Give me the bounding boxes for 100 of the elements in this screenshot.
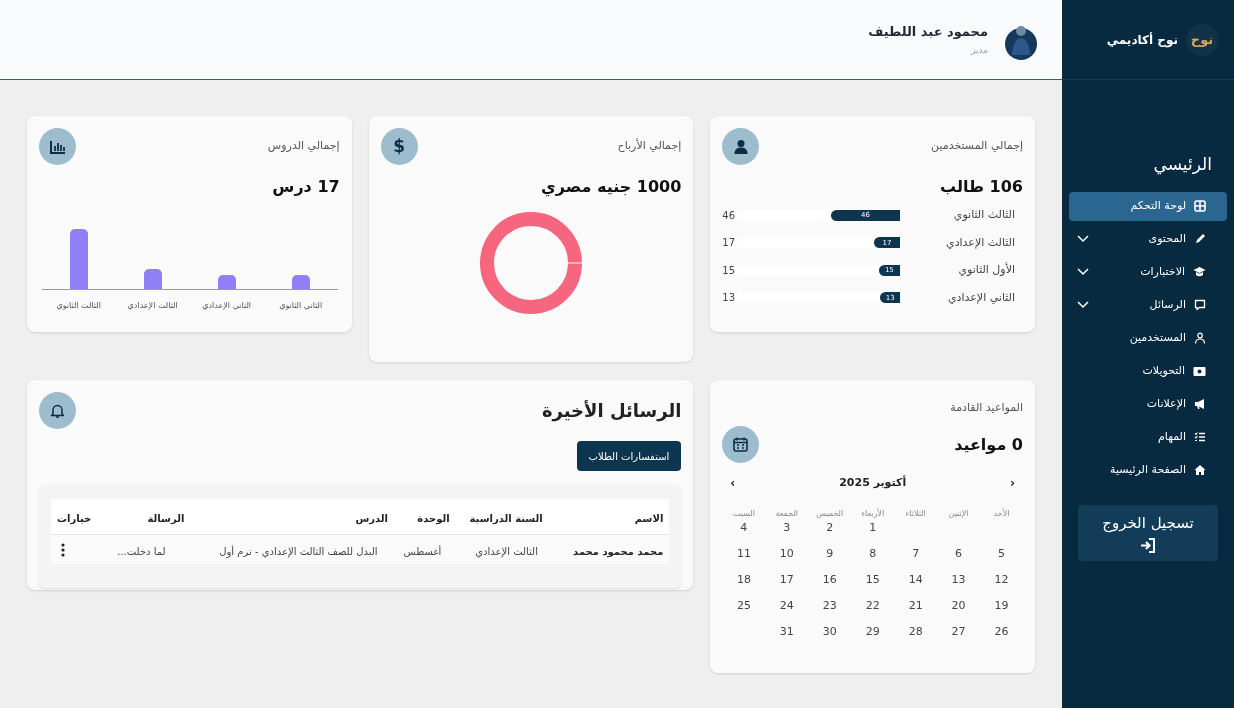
nav-label: المهام [1157, 428, 1186, 445]
calendar-day[interactable]: 21 [908, 597, 923, 615]
pencil-icon [1194, 233, 1206, 245]
grade-label: الثاني الإعدادي [946, 289, 1016, 306]
nav-label: المستخدمين [1128, 329, 1186, 346]
grade-label: الثالث الإعدادي [945, 234, 1016, 251]
nav-item[interactable]: الإعلانات [1069, 389, 1227, 419]
axis-label: الثالث الإعدادي [127, 301, 178, 310]
grid-icon [1194, 200, 1206, 212]
axis-label: الثالث الثانوي [56, 301, 101, 310]
calendar-day[interactable]: 31 [779, 623, 794, 641]
nav-item[interactable]: المهام [1069, 422, 1227, 452]
card-title: إجمالي المستخدمين [931, 138, 1023, 155]
table-cell: الثالث الإعدادي [475, 545, 538, 557]
nav-item[interactable]: المحتوى [1069, 224, 1227, 254]
grade-count: 13 [722, 291, 736, 306]
calendar-day[interactable]: 8 [869, 545, 877, 563]
nav-label: لوحة التحكم [1129, 197, 1186, 214]
nav-item[interactable]: الصفحة الرئيسية [1069, 455, 1227, 485]
weekday-label: الأربعاء [861, 509, 885, 518]
bar [291, 275, 310, 289]
nav-label: التحويلات [1141, 362, 1185, 379]
calendar-day[interactable]: 15 [865, 571, 880, 589]
column-header: الرسالة [147, 512, 185, 524]
weekday-label: السبت [732, 509, 755, 518]
nav-label: الصفحة الرئيسية [1109, 461, 1186, 478]
column-header: الدرس [355, 512, 388, 524]
calendar-day[interactable]: 16 [822, 571, 837, 589]
calendar-day[interactable]: 17 [779, 571, 794, 589]
bar [143, 269, 162, 289]
calendar-day[interactable]: 13 [951, 571, 966, 589]
calendar-day[interactable]: 30 [822, 623, 837, 641]
calendar-day[interactable]: 5 [998, 545, 1006, 563]
column-header: الاسم [634, 512, 664, 524]
card-title: الرسائل الأخيرة [541, 399, 682, 424]
calendar-day[interactable]: 12 [994, 571, 1009, 589]
nav-item[interactable]: الرسائل [1069, 290, 1227, 320]
column-header: خيارات [57, 512, 92, 524]
column-header: الوحدة [417, 512, 450, 524]
calendar-icon [722, 426, 760, 463]
table-cell: البدل للصف الثالث الإعدادي - ترم أول [219, 545, 378, 557]
card-value: 1000 جنيه مصري [541, 177, 682, 196]
grade-label: الثالث الثانوي [952, 207, 1016, 223]
calendar-day[interactable]: 11 [736, 545, 751, 563]
calendar-day[interactable]: 29 [865, 623, 880, 641]
calendar-day[interactable]: 24 [779, 597, 794, 615]
nav-item[interactable]: لوحة التحكم [1069, 191, 1227, 221]
card-value: 106 طالب [940, 177, 1023, 196]
nav-label: الإعلانات [1145, 395, 1186, 412]
weekday-label: الخميس [816, 509, 844, 518]
bar-chart-icon [39, 128, 76, 165]
calendar-day[interactable]: 18 [736, 571, 751, 589]
grade-count: 17 [722, 236, 736, 251]
calendar-day[interactable]: 19 [994, 597, 1009, 615]
nav-item[interactable]: التحويلات [1069, 356, 1227, 386]
calendar-day[interactable]: 28 [908, 623, 923, 641]
calendar-day[interactable]: 6 [955, 545, 963, 563]
calendar-day[interactable]: 1 [869, 519, 877, 537]
next-month-button[interactable]: › [730, 474, 736, 492]
calendar-day[interactable]: 20 [951, 597, 966, 615]
chevron-down-icon [1077, 268, 1089, 276]
user-role: مدير [969, 44, 988, 57]
user-name: محمود عبد اللطيف [868, 22, 988, 41]
card-title: المواعيد القادمة [950, 401, 1023, 414]
calendar-day[interactable]: 27 [951, 623, 966, 641]
card-value: 0 مواعيد [954, 433, 1023, 456]
weekday-label: الأحد [993, 509, 1010, 518]
table-cell: أغسطس [403, 545, 442, 557]
chevron-down-icon [1077, 301, 1089, 309]
logout-button[interactable]: تسجيل الخروج [1078, 504, 1218, 561]
megaphone-icon [1194, 398, 1206, 410]
calendar-day[interactable]: 14 [908, 571, 923, 589]
bell-icon [39, 392, 76, 429]
graduation-cap-icon [1193, 266, 1206, 278]
prev-month-button[interactable]: ‹ [1010, 474, 1015, 492]
card-title: إجمالي الدروس [267, 138, 340, 155]
calendar-day[interactable]: 3 [783, 519, 791, 537]
card-value: 17 درس [272, 177, 340, 196]
grade-label: الأول الثانوي [957, 262, 1016, 278]
more-options-icon[interactable] [61, 542, 66, 557]
calendar-day[interactable]: 22 [865, 597, 880, 615]
calendar-day[interactable]: 10 [779, 545, 794, 563]
calendar-day[interactable]: 4 [740, 519, 748, 537]
calendar-day[interactable]: 7 [912, 545, 920, 563]
checklist-icon [1194, 431, 1206, 443]
inquiries-button[interactable]: استفسارات الطلاب [576, 441, 682, 471]
axis-label: الثاني الإعدادي [202, 301, 252, 310]
calendar-day[interactable]: 9 [826, 545, 834, 563]
calendar-day[interactable]: 23 [822, 597, 837, 615]
nav-item[interactable]: الاختبارات [1069, 257, 1227, 287]
calendar-day[interactable]: 25 [736, 597, 751, 615]
chat-bubble-icon [1194, 299, 1206, 311]
nav-item[interactable]: المستخدمين [1069, 323, 1227, 353]
calendar-day[interactable]: 2 [826, 519, 834, 537]
user-icon [722, 128, 760, 165]
weekday-label: الجمعة [775, 509, 799, 518]
nav-label: المحتوى [1147, 230, 1186, 247]
calendar-day[interactable]: 26 [994, 623, 1009, 641]
bar [69, 229, 88, 289]
month-title: أكتوبر 2025 [839, 474, 907, 491]
